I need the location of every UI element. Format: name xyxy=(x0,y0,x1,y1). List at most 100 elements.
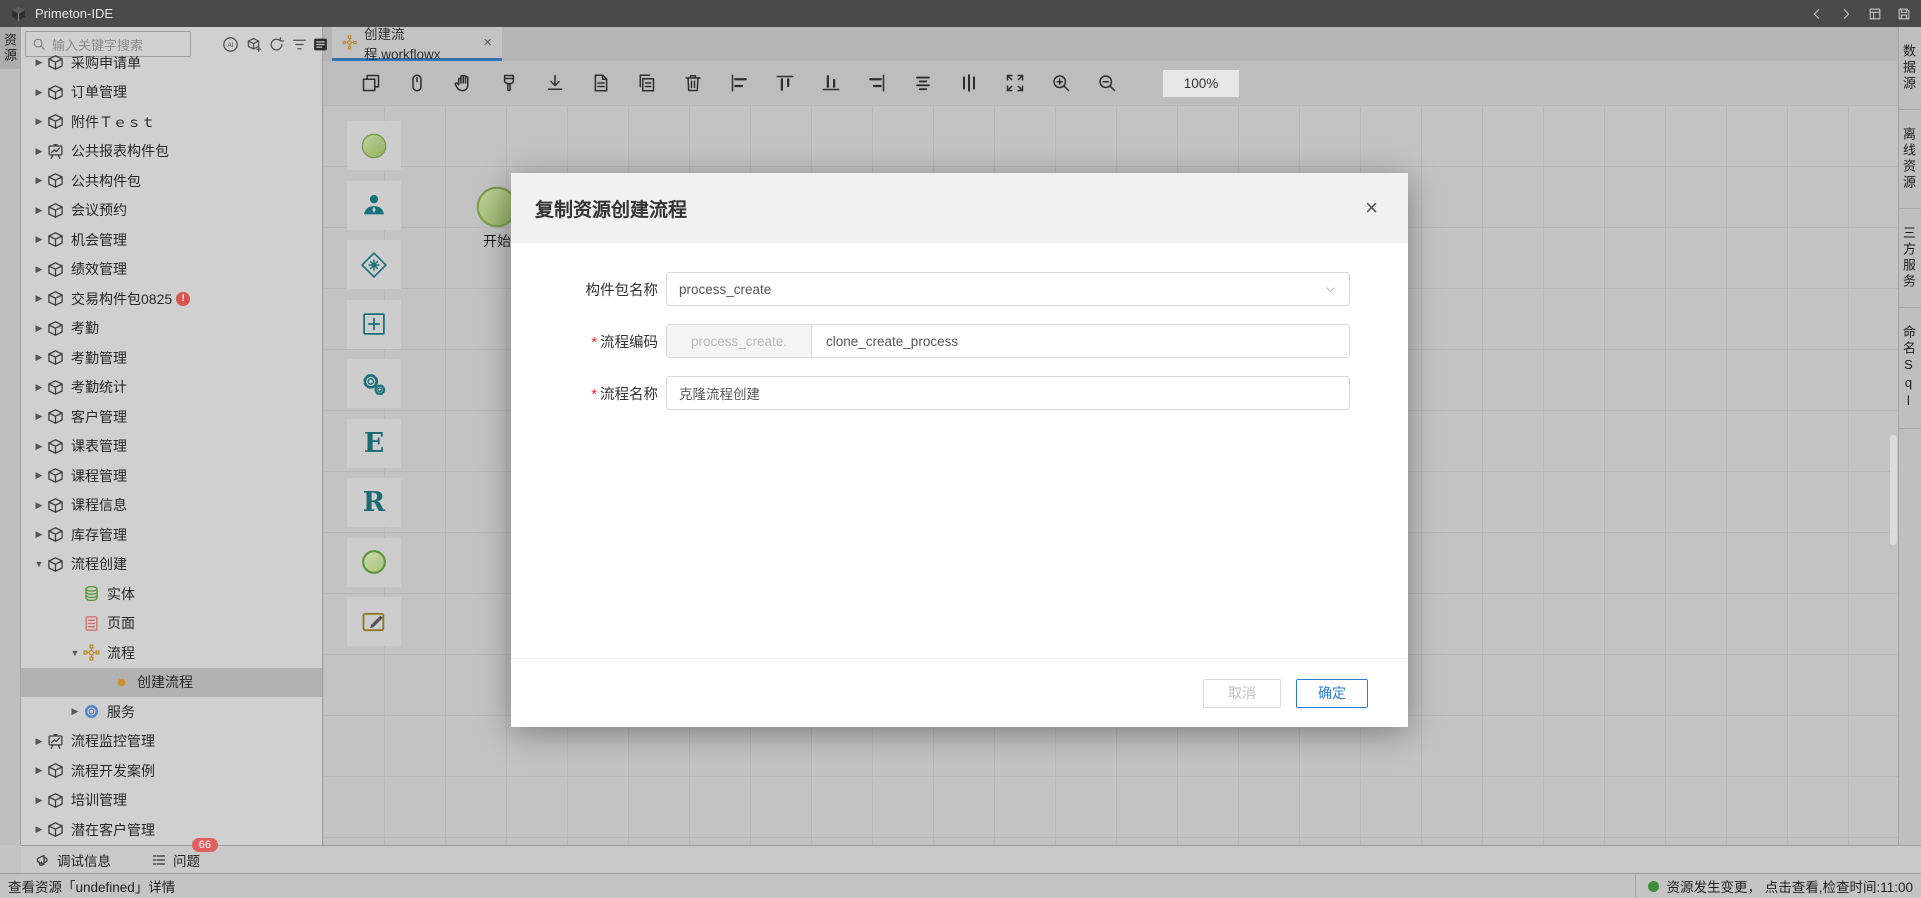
arrow-collapsed-icon[interactable]: ▶ xyxy=(67,706,83,717)
arrow-collapsed-icon[interactable]: ▶ xyxy=(31,234,47,245)
arrow-collapsed-icon[interactable]: ▶ xyxy=(31,411,47,422)
arrow-collapsed-icon[interactable]: ▶ xyxy=(31,470,47,481)
problems-tab[interactable]: 问题 66 xyxy=(151,850,200,870)
tree-item[interactable]: ▶考勤 xyxy=(21,314,322,344)
align-top-icon[interactable] xyxy=(775,73,795,93)
status-left-text[interactable]: 查看资源「undefined」详情 xyxy=(8,876,175,896)
align-bottom-icon[interactable] xyxy=(821,73,841,93)
hand-icon[interactable] xyxy=(453,73,473,93)
debug-info-tab[interactable]: 调试信息 xyxy=(35,850,111,870)
tree-item[interactable]: ▶交易构件包0825! xyxy=(21,284,322,314)
tab-close-icon[interactable]: × xyxy=(483,34,492,51)
tree-item[interactable]: ▶绩效管理 xyxy=(21,255,322,285)
tree-item[interactable]: ▶采购申请单 xyxy=(21,48,322,78)
tree-item[interactable]: ▶库存管理 xyxy=(21,520,322,550)
tree-item[interactable]: ▶培训管理 xyxy=(21,786,322,816)
user-task-node[interactable] xyxy=(347,181,401,230)
tree-item[interactable]: ▶公共构件包 xyxy=(21,166,322,196)
save-window-icon[interactable] xyxy=(1897,7,1911,21)
arrow-collapsed-icon[interactable]: ▶ xyxy=(31,175,47,186)
arrow-expanded-icon[interactable]: ▼ xyxy=(67,648,83,658)
end-node[interactable] xyxy=(347,538,401,587)
tree-item[interactable]: ▶流程监控管理 xyxy=(21,727,322,757)
arrow-collapsed-icon[interactable]: ▶ xyxy=(31,382,47,393)
arrow-collapsed-icon[interactable]: ▶ xyxy=(31,765,47,776)
align-center-icon[interactable] xyxy=(913,73,933,93)
tree-item[interactable]: ▶考勤管理 xyxy=(21,343,322,373)
import-icon[interactable] xyxy=(545,73,565,93)
arrow-collapsed-icon[interactable]: ▶ xyxy=(31,57,47,68)
arrow-collapsed-icon[interactable]: ▶ xyxy=(31,205,47,216)
fit-screen-icon[interactable] xyxy=(1005,73,1025,93)
copy-shape-icon[interactable] xyxy=(361,73,381,93)
ok-button[interactable]: 确定 xyxy=(1296,679,1368,708)
subprocess-node[interactable] xyxy=(347,300,401,349)
arrow-collapsed-icon[interactable]: ▶ xyxy=(31,736,47,747)
annotation-node[interactable] xyxy=(347,597,401,646)
arrow-collapsed-icon[interactable]: ▶ xyxy=(31,293,47,304)
zoom-level-input[interactable]: 100% xyxy=(1163,70,1239,97)
explorer-panel-icon[interactable] xyxy=(312,36,329,53)
resources-vertical-tab[interactable]: 资源 xyxy=(0,27,20,69)
tree-item[interactable]: ▶课程信息 xyxy=(21,491,322,521)
zoom-out-icon[interactable] xyxy=(1097,73,1117,93)
tree-item[interactable]: ▶考勤统计 xyxy=(21,373,322,403)
arrow-collapsed-icon[interactable]: ▶ xyxy=(31,264,47,275)
tree-item[interactable]: ▼流程 xyxy=(21,638,322,668)
tree-item[interactable]: ▶课表管理 xyxy=(21,432,322,462)
duplicate-icon[interactable] xyxy=(637,73,657,93)
tree-item[interactable]: ▶课程管理 xyxy=(21,461,322,491)
tree-item[interactable]: ▶公共报表构件包 xyxy=(21,137,322,167)
distribute-icon[interactable] xyxy=(959,73,979,93)
r-node[interactable]: R xyxy=(347,478,401,527)
arrow-collapsed-icon[interactable]: ▶ xyxy=(31,87,47,98)
layout-icon[interactable] xyxy=(1868,7,1882,21)
brush-icon[interactable] xyxy=(499,73,519,93)
tree-item[interactable]: 创建流程 xyxy=(21,668,322,698)
status-right[interactable]: 资源发生变更， 点击查看,检查时间:11:00 xyxy=(1635,874,1913,898)
e-node[interactable]: E xyxy=(347,419,401,468)
arrow-expanded-icon[interactable]: ▼ xyxy=(31,559,47,569)
right-vertical-tab-4[interactable]: 命名Sql xyxy=(1899,308,1921,429)
tree-item[interactable]: ▶附件Ｔｅｓｔ xyxy=(21,107,322,137)
arrow-collapsed-icon[interactable]: ▶ xyxy=(31,824,47,835)
tree-item[interactable]: 实体 xyxy=(21,579,322,609)
arrow-collapsed-icon[interactable]: ▶ xyxy=(31,116,47,127)
arrow-collapsed-icon[interactable]: ▶ xyxy=(31,441,47,452)
arrow-collapsed-icon[interactable]: ▶ xyxy=(31,323,47,334)
arrow-collapsed-icon[interactable]: ▶ xyxy=(31,352,47,363)
tree-item[interactable]: ▶会议预约 xyxy=(21,196,322,226)
tree-item[interactable]: ▼流程创建 xyxy=(21,550,322,580)
file-icon[interactable] xyxy=(591,73,611,93)
nav-forward-icon[interactable] xyxy=(1839,7,1853,21)
tree-item[interactable]: ▶机会管理 xyxy=(21,225,322,255)
mouse-icon[interactable] xyxy=(407,73,427,93)
process-code-input[interactable]: clone_create_process xyxy=(812,324,1350,358)
canvas-scrollbar[interactable] xyxy=(1890,435,1897,545)
right-vertical-tab-3[interactable]: 三方服务 xyxy=(1899,209,1921,308)
tree-item[interactable]: ▶流程开发案例 xyxy=(21,756,322,786)
right-vertical-tab-1[interactable]: 数据源 xyxy=(1899,27,1921,110)
nav-back-icon[interactable] xyxy=(1810,7,1824,21)
zoom-in-icon[interactable] xyxy=(1051,73,1071,93)
dialog-close-icon[interactable]: × xyxy=(1365,197,1378,219)
package-name-select[interactable]: process_create xyxy=(666,272,1350,306)
gateway-node[interactable] xyxy=(347,240,401,289)
arrow-collapsed-icon[interactable]: ▶ xyxy=(31,795,47,806)
tree-item[interactable]: 页面 xyxy=(21,609,322,639)
tree-item[interactable]: ▶客户管理 xyxy=(21,402,322,432)
right-vertical-tab-2[interactable]: 离线资源 xyxy=(1899,110,1921,209)
tree-item[interactable]: ▶订单管理 xyxy=(21,78,322,108)
arrow-collapsed-icon[interactable]: ▶ xyxy=(31,529,47,540)
arrow-collapsed-icon[interactable]: ▶ xyxy=(31,146,47,157)
align-right-icon[interactable] xyxy=(867,73,887,93)
tree-item[interactable]: ▶潜在客户管理 xyxy=(21,815,322,845)
process-name-input[interactable]: 克隆流程创建 xyxy=(666,376,1350,410)
delete-icon[interactable] xyxy=(683,73,703,93)
arrow-collapsed-icon[interactable]: ▶ xyxy=(31,500,47,511)
service-task-node[interactable] xyxy=(347,359,401,408)
tree-item[interactable]: ▶服务 xyxy=(21,697,322,727)
cancel-button[interactable]: 取消 xyxy=(1203,679,1281,708)
tab-create-process-workflow[interactable]: 创建流程.workflowx × xyxy=(332,27,502,61)
align-left-icon[interactable] xyxy=(729,73,749,93)
